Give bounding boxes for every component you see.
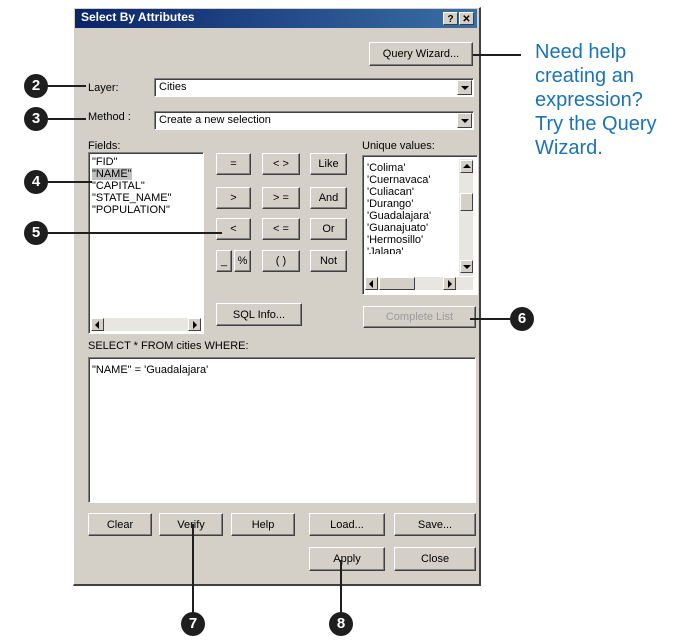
- scroll-right-icon[interactable]: [188, 318, 201, 331]
- operator-parentheses-button[interactable]: ( ): [262, 250, 300, 272]
- unique-values-label: Unique values:: [362, 140, 435, 152]
- scroll-up-icon[interactable]: [460, 160, 473, 173]
- callout-8: 8: [329, 612, 353, 636]
- complete-list-button[interactable]: Complete List: [363, 306, 476, 328]
- help-title-button[interactable]: ?: [443, 12, 458, 25]
- scroll-down-icon[interactable]: [460, 260, 473, 273]
- list-item[interactable]: 'Cuernavaca': [367, 174, 431, 186]
- operator-equals-button[interactable]: =: [216, 153, 251, 175]
- callout-line-4: [42, 181, 92, 183]
- method-label: Method :: [88, 111, 131, 123]
- list-item[interactable]: 'Culiacan': [367, 186, 414, 198]
- callout-5: 5: [24, 221, 48, 245]
- save-button[interactable]: Save...: [394, 513, 476, 536]
- fields-list[interactable]: "FID" "NAME" "CAPITAL" "STATE_NAME" "POP…: [88, 152, 204, 334]
- where-clause-label: SELECT * FROM cities WHERE:: [88, 340, 249, 352]
- list-item[interactable]: 'Guadalajara': [367, 210, 431, 222]
- fields-label: Fields:: [88, 140, 121, 152]
- operator-not-equal-button[interactable]: < >: [262, 153, 300, 175]
- list-item[interactable]: 'Jalapa': [367, 246, 404, 254]
- scroll-left-icon[interactable]: [365, 277, 378, 290]
- callout-line-wizard: [473, 54, 521, 56]
- scroll-thumb[interactable]: [379, 277, 415, 290]
- load-button[interactable]: Load...: [309, 513, 385, 536]
- list-item[interactable]: 'Guanajuato': [367, 222, 428, 234]
- clear-button[interactable]: Clear: [88, 513, 152, 536]
- callout-2: 2: [24, 74, 48, 98]
- operator-or-button[interactable]: Or: [310, 218, 347, 240]
- unique-values-list[interactable]: 'Colima' 'Cuernavaca' 'Culiacan' 'Durang…: [362, 155, 478, 295]
- callout-7: 7: [181, 612, 205, 636]
- callout-line-6: [470, 318, 510, 320]
- method-value: Create a new selection: [159, 114, 271, 126]
- chevron-down-icon[interactable]: [457, 113, 472, 128]
- operator-less-button[interactable]: <: [216, 218, 251, 240]
- callout-3: 3: [24, 107, 48, 131]
- list-item[interactable]: "CAPITAL": [92, 180, 145, 192]
- callout-4: 4: [24, 170, 48, 194]
- list-item[interactable]: "POPULATION": [92, 204, 170, 216]
- callout-line-7: [192, 524, 194, 616]
- query-wizard-button[interactable]: Query Wizard...: [369, 42, 473, 66]
- list-item[interactable]: 'Durango': [367, 198, 413, 210]
- close-button[interactable]: Close: [394, 547, 476, 571]
- operator-not-button[interactable]: Not: [310, 250, 347, 272]
- help-button[interactable]: Help: [231, 513, 295, 536]
- chevron-down-icon[interactable]: [457, 80, 472, 95]
- operator-less-equal-button[interactable]: < =: [262, 218, 300, 240]
- save-button-label: Save...: [417, 518, 453, 531]
- note-line: expression?: [535, 89, 643, 111]
- layer-label: Layer:: [88, 82, 119, 94]
- list-item[interactable]: "NAME": [92, 168, 132, 180]
- sql-info-button[interactable]: SQL Info...: [216, 303, 302, 326]
- list-item[interactable]: "FID": [92, 156, 118, 168]
- query-wizard-note: Need help creating an expression? Try th…: [535, 40, 657, 160]
- layer-dropdown[interactable]: Cities: [154, 78, 474, 97]
- expression-textarea[interactable]: "NAME" = 'Guadalajara': [88, 357, 476, 503]
- apply-button[interactable]: Apply: [309, 547, 385, 571]
- callout-6: 6: [510, 307, 534, 331]
- verify-button[interactable]: Verify: [159, 513, 223, 536]
- scroll-left-icon[interactable]: [91, 318, 104, 331]
- expression-text: "NAME" = 'Guadalajara': [92, 364, 209, 376]
- list-item[interactable]: "STATE_NAME": [92, 192, 172, 204]
- note-line: Need help: [535, 41, 627, 63]
- operator-underscore-button[interactable]: _: [216, 250, 232, 272]
- scroll-thumb[interactable]: [460, 193, 473, 211]
- note-line: creating an: [535, 65, 634, 87]
- close-title-button[interactable]: ✕: [459, 12, 474, 25]
- load-button-label: Load...: [330, 518, 364, 531]
- unique-values-vscrollbar[interactable]: [459, 159, 473, 276]
- layer-value: Cities: [159, 81, 187, 93]
- list-item[interactable]: 'Colima': [367, 162, 405, 174]
- callout-line-8: [340, 560, 342, 616]
- note-line: Wizard.: [535, 137, 603, 159]
- window-title: Select By Attributes: [81, 10, 195, 24]
- operator-like-button[interactable]: Like: [310, 153, 347, 175]
- operator-greater-equal-button[interactable]: > =: [262, 187, 300, 209]
- operator-and-button[interactable]: And: [310, 187, 347, 209]
- operator-greater-button[interactable]: >: [216, 187, 251, 209]
- fields-hscrollbar[interactable]: [91, 318, 201, 331]
- callout-line-3: [42, 118, 86, 120]
- operator-percent-button[interactable]: %: [234, 250, 251, 272]
- scroll-right-icon[interactable]: [443, 277, 456, 290]
- list-item[interactable]: 'Hermosillo': [367, 234, 423, 246]
- callout-line-2: [42, 85, 86, 87]
- method-dropdown[interactable]: Create a new selection: [154, 111, 474, 130]
- note-line: Try the Query: [535, 113, 657, 135]
- callout-line-5: [42, 232, 222, 234]
